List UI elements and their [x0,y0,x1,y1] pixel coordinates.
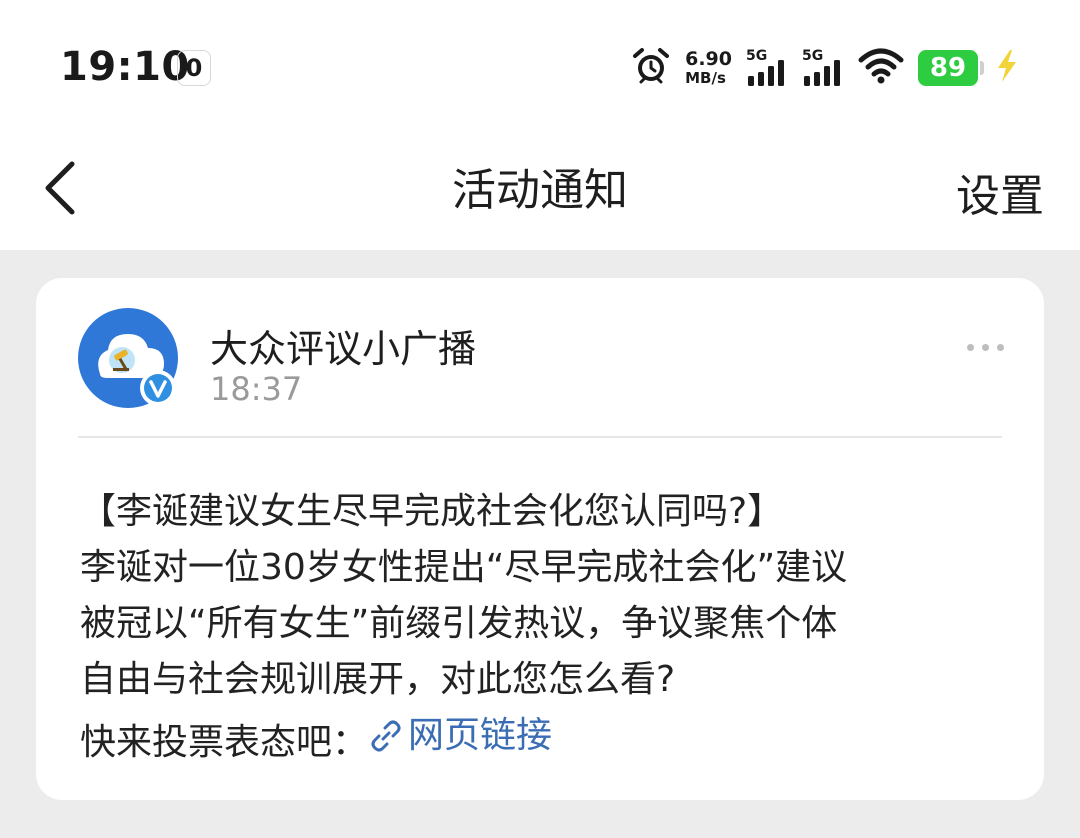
link-icon [371,720,401,752]
message-cta-line: 快来投票表态吧： 网页链接 [80,708,1010,771]
message-line: 【李诞建议女生尽早完成社会化您认同吗?】 [80,491,784,532]
speed-value: 6.90 [685,48,732,70]
status-bar: 19:10 0 6.90 MB/s 5G 5G 89 [0,0,1080,130]
message-line: 自由与社会规训展开，对此您怎么看? [80,659,676,700]
battery-icon: 89 [918,50,984,86]
network-speed: 6.90 MB/s [685,50,732,86]
status-icons: 6.90 MB/s 5G 5G 89 [631,46,1022,90]
alarm-icon [631,46,671,90]
message-line: 李诞对一位30岁女性提出“尽早完成社会化”建议 [80,547,848,588]
notification-card: 大众评议小广播 18:37 【李诞建议女生尽早完成社会化您认同吗?】 李诞对一位… [36,278,1044,800]
message-line: 被冠以“所有女生”前缀引发热议，争议聚焦个体 [80,603,838,644]
web-link-label: 网页链接 [408,715,553,756]
notification-badge: 0 [177,50,211,86]
cta-prefix: 快来投票表态吧： [80,722,369,763]
divider [78,436,1002,438]
navigation-bar: 活动通知 设置 [0,130,1080,250]
avatar[interactable] [78,308,182,412]
sender-name[interactable]: 大众评议小广播 [210,318,476,373]
message-time: 18:37 [210,370,303,408]
web-link[interactable]: 网页链接 [368,708,552,764]
wifi-icon [858,48,904,88]
more-dot [982,344,989,351]
signal-icon: 5G [746,48,788,88]
charging-icon [992,48,1022,88]
speed-unit: MB/s [685,69,726,87]
message-body: 【李诞建议女生尽早完成社会化您认同吗?】 李诞对一位30岁女性提出“尽早完成社会… [80,484,1010,771]
more-options-button[interactable] [967,344,1004,351]
status-time: 19:10 [60,44,190,90]
settings-button[interactable]: 设置 [956,160,1044,224]
more-dot [967,344,974,351]
page-title: 活动通知 [452,165,628,216]
more-dot [997,344,1004,351]
megaphone-cloud-icon [78,308,178,408]
signal-icon: 5G [802,48,844,88]
